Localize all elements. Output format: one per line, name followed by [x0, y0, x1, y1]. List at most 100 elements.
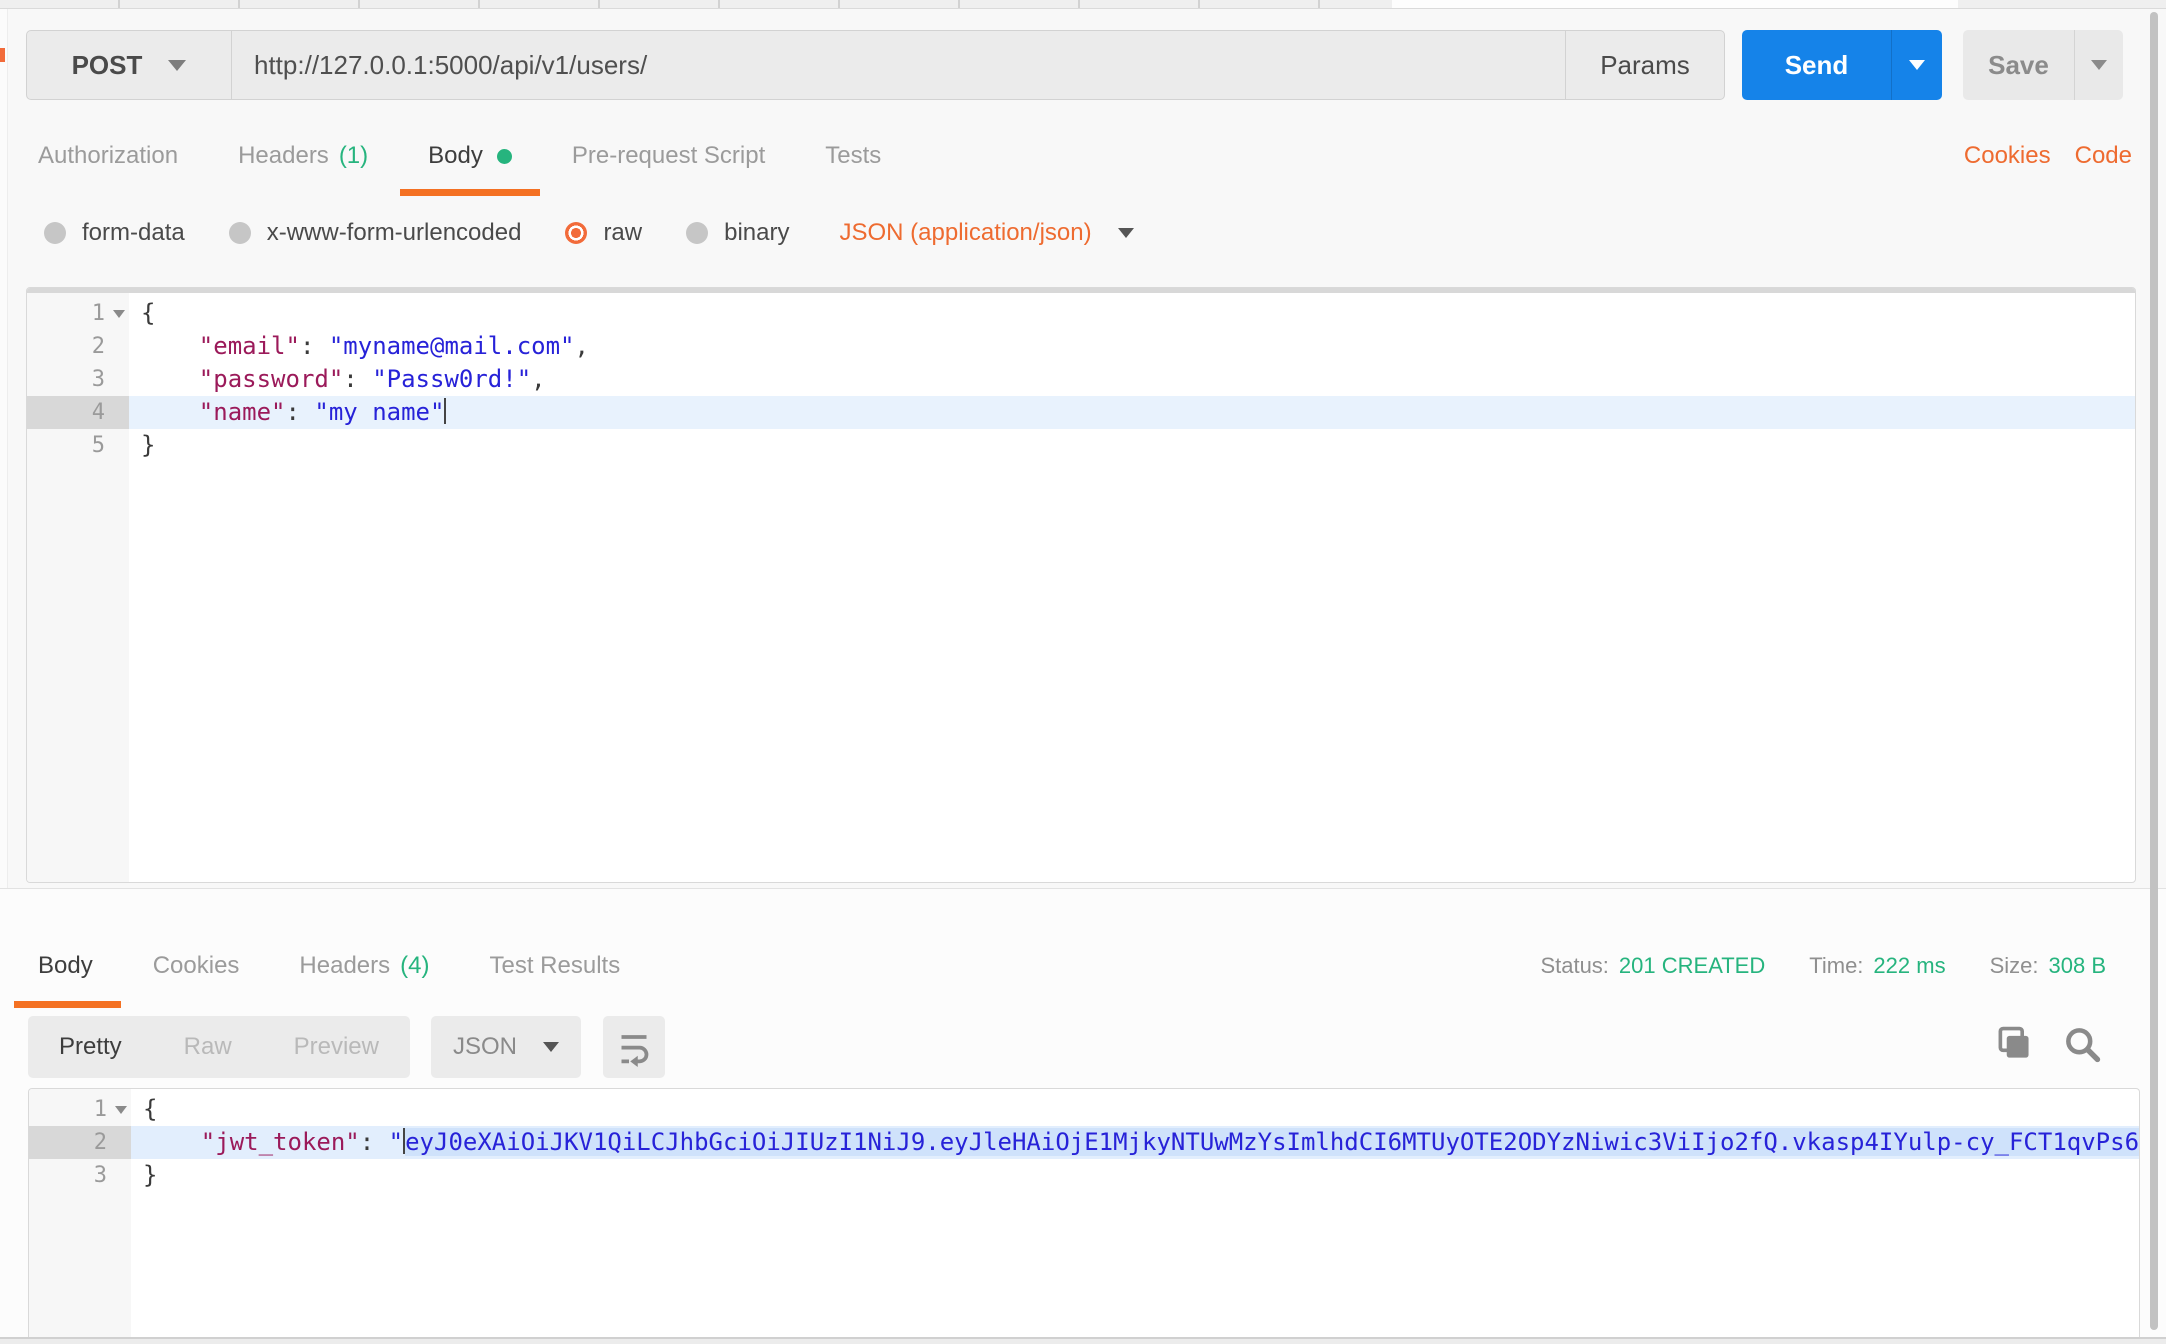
active-tab-remnant — [1392, 0, 1958, 8]
response-tabs: Body Cookies Headers (4) Test Results — [14, 938, 680, 1008]
request-links: Cookies Code — [1964, 128, 2132, 184]
response-tab-headers[interactable]: Headers (4) — [299, 952, 429, 980]
save-button[interactable]: Save — [1963, 30, 2075, 100]
status-value: 201 CREATED — [1618, 953, 1766, 978]
body-mode-urlencoded[interactable]: x-www-form-urlencoded — [228, 219, 522, 247]
line-number: 3 — [93, 1163, 107, 1188]
tab-headers[interactable]: Headers (1) — [238, 142, 368, 170]
vertical-scrollbar[interactable] — [2150, 12, 2158, 1330]
response-body-editor[interactable]: 1{2 "jwt_token": "eyJ0eXAiOiJKV1QiLCJhbG… — [28, 1088, 2140, 1337]
mode-label: raw — [603, 219, 643, 246]
body-mode-form-data[interactable]: form-data — [44, 219, 185, 247]
chevron-down-icon — [168, 59, 187, 71]
tab-label: Tests — [825, 142, 882, 169]
tab-label: Cookies — [152, 952, 240, 979]
copy-button[interactable] — [1992, 1022, 2036, 1066]
url-input[interactable]: http://127.0.0.1:5000/api/v1/users/ — [232, 31, 1565, 99]
code-line[interactable]: 2 "email": "myname@mail.com", — [27, 330, 2135, 363]
send-options-button[interactable] — [1892, 30, 1942, 100]
save-options-button[interactable] — [2075, 30, 2123, 100]
search-icon — [2066, 1028, 2101, 1063]
method-label: POST — [71, 49, 143, 80]
active-tab-underline — [400, 189, 540, 196]
code-line[interactable]: 3 "password": "Passw0rd!", — [27, 363, 2135, 396]
line-gutter: 5 — [27, 429, 129, 462]
code-line[interactable]: 3} — [29, 1159, 2139, 1192]
size-value: 308 B — [2048, 953, 2107, 978]
response-view-toggle: Pretty Raw Preview — [28, 1016, 410, 1078]
chevron-down-icon — [543, 1042, 559, 1052]
code-content: "email": "myname@mail.com", — [198, 332, 589, 360]
editor-top-scrollbar[interactable] — [27, 288, 2135, 293]
language-label: JSON — [452, 1033, 517, 1060]
window-bottom-edge — [0, 1337, 2166, 1344]
chevron-down-icon — [1909, 60, 1925, 70]
time-value: 222 ms — [1873, 953, 1946, 978]
line-gutter: 1 — [29, 1093, 131, 1126]
view-preview-button[interactable]: Preview — [294, 1033, 379, 1061]
fold-caret-icon[interactable] — [115, 1106, 127, 1114]
chevron-down-icon — [1117, 228, 1134, 238]
status-badge: Status: 201 CREATED — [1540, 953, 1765, 979]
tab-tests[interactable]: Tests — [825, 142, 881, 170]
tab-label: Pre-request Script — [571, 142, 766, 169]
request-body-editor[interactable]: 1{2 "email": "myname@mail.com", 3 "passwo… — [26, 287, 2136, 883]
tab-label: Headers — [238, 142, 329, 169]
response-language-dropdown[interactable]: JSON — [431, 1016, 581, 1078]
tab-label: Test Results — [489, 952, 621, 979]
response-actions — [1992, 1022, 2104, 1066]
request-tabs: Authorization Headers (1) Body Pre-reque… — [38, 128, 941, 196]
tab-authorization[interactable]: Authorization — [38, 142, 178, 170]
line-number: 1 — [93, 1097, 107, 1122]
line-number: 2 — [93, 1130, 107, 1155]
view-raw-button[interactable]: Raw — [184, 1033, 232, 1061]
view-pretty-button[interactable]: Pretty — [59, 1033, 122, 1061]
code-line[interactable]: 1{ — [29, 1093, 2139, 1126]
code-line[interactable]: 2 "jwt_token": "eyJ0eXAiOiJKV1QiLCJhbGci… — [29, 1126, 2139, 1159]
line-gutter: 3 — [27, 363, 129, 396]
code-line[interactable]: 4 "name": "my name" — [27, 396, 2135, 429]
body-mode-binary[interactable]: binary — [686, 219, 789, 247]
time-badge: Time: 222 ms — [1809, 953, 1945, 979]
response-meta: Status: 201 CREATED Time: 222 ms Size: 3… — [1540, 938, 2106, 994]
content-type-dropdown[interactable]: JSON (application/json) — [839, 219, 1134, 247]
tab-label: Body — [38, 952, 93, 979]
send-button[interactable]: Send — [1742, 30, 1892, 100]
code-line[interactable]: 1{ — [27, 297, 2135, 330]
tab-label: Body — [428, 142, 483, 169]
method-dropdown[interactable]: POST — [27, 31, 232, 99]
chevron-down-icon — [2091, 60, 2107, 70]
cookies-link[interactable]: Cookies — [1964, 142, 2051, 170]
fold-caret-icon[interactable] — [113, 310, 125, 318]
code-link[interactable]: Code — [2075, 142, 2132, 170]
line-gutter: 2 — [29, 1126, 131, 1159]
copy-icon — [1998, 1026, 2029, 1058]
size-label: Size: — [1989, 953, 2039, 978]
cropped-tab-bar — [0, 0, 2166, 9]
radio-selected-icon — [565, 222, 588, 244]
save-button-group: Save — [1963, 30, 2123, 100]
tab-bar-separators — [0, 0, 1340, 8]
response-tab-test-results[interactable]: Test Results — [489, 952, 620, 980]
code-content: "password": "Passw0rd!", — [198, 365, 546, 393]
code-content: "name": "my name" — [129, 396, 2135, 429]
body-type-selector: form-data x-www-form-urlencoded raw bina… — [44, 205, 1134, 261]
search-button[interactable] — [2060, 1022, 2104, 1066]
editor-lines: 1{2 "jwt_token": "eyJ0eXAiOiJKV1QiLCJhbG… — [29, 1089, 2139, 1192]
wrap-text-button[interactable] — [603, 1016, 665, 1078]
params-button[interactable]: Params — [1565, 31, 1724, 99]
size-badge: Size: 308 B — [1990, 953, 2106, 979]
body-mode-raw[interactable]: raw — [565, 219, 642, 247]
line-gutter: 4 — [27, 396, 129, 429]
tab-body[interactable]: Body — [400, 142, 540, 196]
response-tab-body[interactable]: Body — [14, 952, 121, 1008]
mode-label: x-www-form-urlencoded — [266, 219, 522, 246]
response-tab-cookies[interactable]: Cookies — [153, 952, 240, 980]
tab-label: Headers — [299, 952, 391, 979]
sidebar-accent-mark — [0, 48, 5, 62]
code-line[interactable]: 5} — [27, 429, 2135, 462]
line-gutter: 3 — [29, 1159, 131, 1192]
green-dot-icon — [496, 148, 512, 164]
tab-pre-request-script[interactable]: Pre-request Script — [572, 142, 765, 170]
url-bar: POST http://127.0.0.1:5000/api/v1/users/… — [26, 30, 1725, 100]
